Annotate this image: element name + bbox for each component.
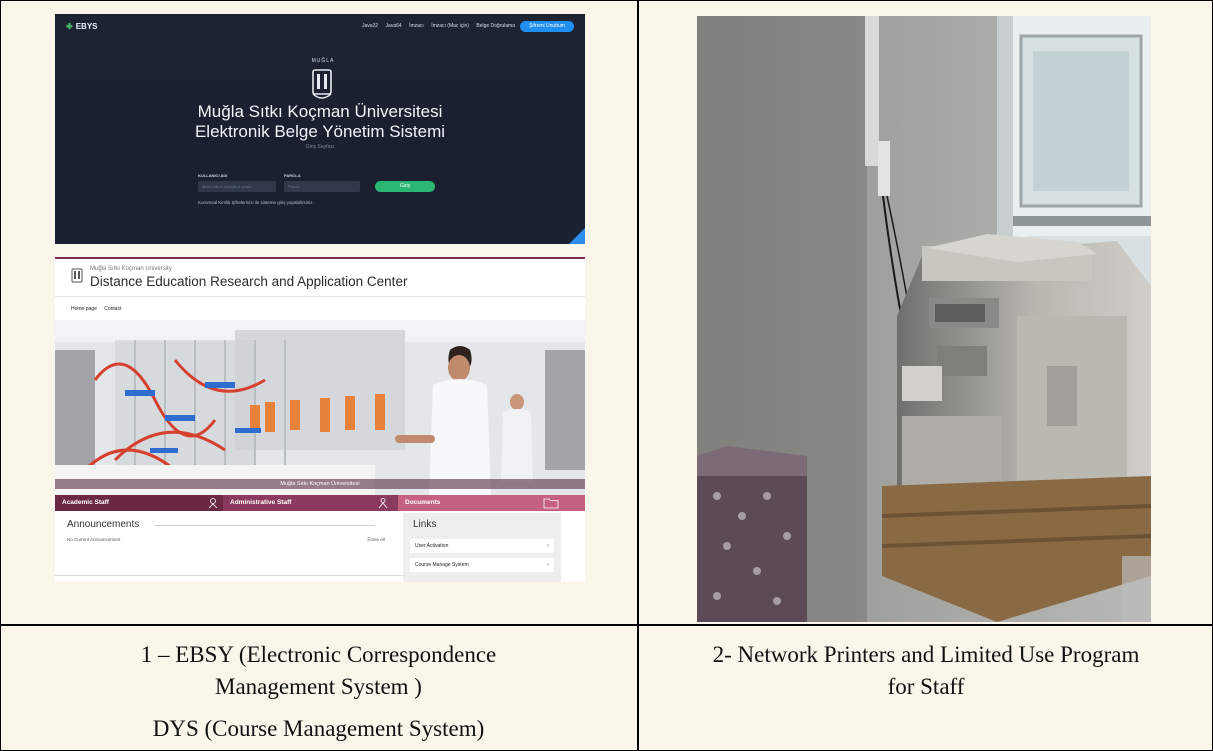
ebys-title-line1: Muğla Sıtkı Koçman Üniversitesi <box>197 102 443 121</box>
tab-label: Academic Staff <box>62 499 109 506</box>
login-button[interactable]: Giriş <box>375 181 435 192</box>
nav-link[interactable]: Java32 <box>362 23 378 29</box>
people-icon <box>378 498 388 509</box>
link-user-activation[interactable]: User Activation › <box>410 539 554 553</box>
nav-link[interactable]: Belge Doğrulama <box>476 23 515 29</box>
caption-left-line2: Management System ) <box>215 674 422 699</box>
caption-left-line3: DYS (Course Management System) <box>152 716 485 741</box>
lab-photo-illustration <box>55 320 585 495</box>
chevron-right-icon: › <box>547 543 549 549</box>
login-note: Kurumsal Kimlik Şifrelerinizi ile sistem… <box>198 200 314 205</box>
link-label: User Activation <box>415 543 449 549</box>
see-all-link[interactable]: ☰See All <box>367 537 385 543</box>
ebys-nav: Java32 Java64 İmzacı İmzacı (Mac için) B… <box>356 23 515 29</box>
center-title: Distance Education Research and Applicat… <box>90 274 408 289</box>
ebys-brand: ✤ EBYS <box>66 22 98 31</box>
lab-hero-image: Muğla Sıtkı Koçman Üniversitesi <box>55 320 585 495</box>
announcements-title: Announcements <box>67 519 140 530</box>
ebys-title-line2: Elektronik Belge Yönetim Sistemi <box>194 122 446 141</box>
top-accent-line <box>55 257 585 259</box>
username-input[interactable]: @mu.edu.tr uzantılı e-posta <box>198 181 276 192</box>
header-divider <box>55 296 585 297</box>
footer-divider <box>55 575 405 576</box>
password-label: PAROLA <box>284 173 301 178</box>
links-title: Links <box>413 519 437 530</box>
tab-academic-staff[interactable]: Academic Staff <box>55 495 223 511</box>
tab-label: Administrative Staff <box>230 499 292 506</box>
caption-right-line2: for Staff <box>887 674 965 699</box>
announcements-empty: No Current Announcement <box>67 537 121 542</box>
caption-right-line1: 2- Network Printers and Limited Use Prog… <box>712 642 1140 667</box>
hero-caption: Muğla Sıtkı Koçman Üniversitesi <box>55 479 585 489</box>
distance-education-screenshot: Muğla Sıtkı Koçman University Distance E… <box>55 257 585 582</box>
university-logo-icon <box>71 268 83 283</box>
link-label: Course Manage System <box>415 562 469 568</box>
ebys-subtitle: Giriş Sayfası <box>305 144 335 150</box>
network-printer-photo <box>697 16 1151 622</box>
figure-table: ✤ EBYS Java32 Java64 İmzacı İmzacı (Mac i… <box>0 0 1213 751</box>
category-tabs: Academic Staff Administrative Staff Docu… <box>55 495 585 511</box>
leaf-logo-icon: ✤ <box>66 22 73 31</box>
printer-photo-illustration <box>697 16 1151 622</box>
tab-label: Documents <box>405 499 441 506</box>
university-name: Muğla Sıtkı Koçman University <box>90 266 172 272</box>
folder-icon <box>543 498 559 509</box>
nav-link[interactable]: İmzacı (Mac için) <box>431 23 469 29</box>
corner-decoration <box>569 228 585 244</box>
caption-left-line1: 1 – EBSY (Electronic Correspondence <box>140 642 497 667</box>
table-row-divider <box>0 624 1213 626</box>
table-border-top <box>0 0 1213 1</box>
menu-home[interactable]: Home page <box>71 306 97 312</box>
password-input[interactable]: Parola <box>284 181 360 192</box>
announcements-underline <box>155 525 375 526</box>
main-menu: Home page Contact <box>71 306 127 312</box>
ebys-login-screenshot: ✤ EBYS Java32 Java64 İmzacı İmzacı (Mac i… <box>55 14 585 244</box>
username-label: KULLANICI ADI <box>198 173 228 178</box>
tab-administrative-staff[interactable]: Administrative Staff <box>223 495 398 511</box>
forgot-password-button[interactable]: Şifremi Unuttum <box>520 21 574 32</box>
menu-contact[interactable]: Contact <box>104 306 121 312</box>
chevron-right-icon: › <box>547 562 549 568</box>
nav-link[interactable]: Java64 <box>386 23 402 29</box>
nav-link[interactable]: İmzacı <box>409 23 424 29</box>
link-course-manage-system[interactable]: Course Manage System › <box>410 558 554 572</box>
graduate-icon <box>208 498 218 509</box>
